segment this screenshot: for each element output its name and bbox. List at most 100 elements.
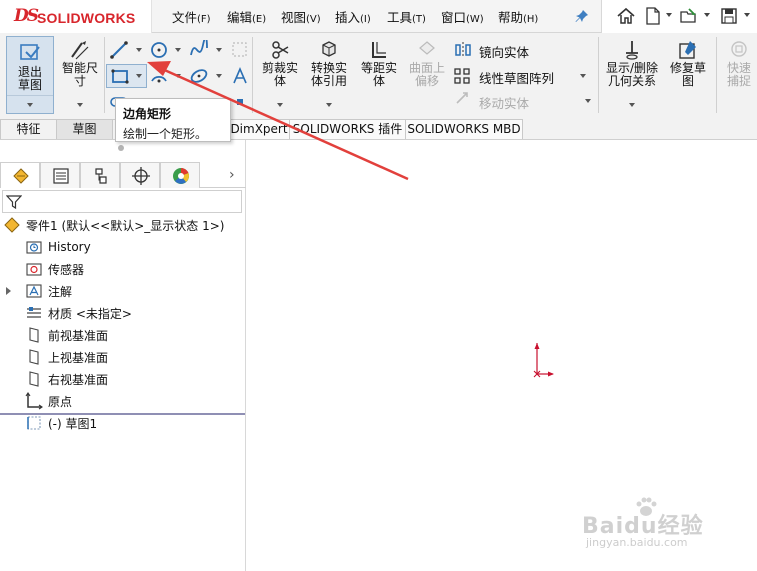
mirror-entities-label[interactable]: 镜向实体 [479,42,529,61]
spline-dropdown[interactable] [216,48,222,52]
tree-item-origin[interactable]: 原点 [25,391,72,411]
smart-dimension-dropdown[interactable] [77,103,83,107]
move-entities-label[interactable]: 移动实体 [479,93,529,112]
rectangle-dropdown[interactable] [136,74,142,78]
chevron-right-icon[interactable]: › [229,167,235,183]
open-icon[interactable] [679,6,699,26]
open-dropdown-caret[interactable] [704,13,710,17]
tree-item-label: 原点 [48,394,73,409]
save-icon[interactable] [719,6,739,26]
linear-pattern-icon[interactable] [453,66,473,86]
menu-edit[interactable]: 编辑(E) [227,7,281,26]
watermark-url: jingyan.baidu.com [586,536,688,549]
exit-sketch-dropdown[interactable] [7,95,53,113]
pin-icon[interactable] [575,9,589,23]
arc-icon[interactable] [149,66,169,86]
linear-pattern-label[interactable]: 线性草图阵列 [479,68,554,87]
menu-file[interactable]: 文件(F) [172,7,227,26]
tree-item-right-plane[interactable]: 右视基准面 [25,369,108,389]
corner-rectangle-tooltip: 边角矩形 绘制一个矩形。 [115,98,231,142]
tab-solidworks-addins[interactable]: SOLIDWORKS 插件 [289,119,406,139]
offset-on-surface-button[interactable]: 曲面上偏移 [405,39,449,88]
new-dropdown-caret[interactable] [666,13,672,17]
display-delete-relations-button[interactable]: 显示/删除几何关系 [602,39,662,107]
tab-sketch[interactable]: 草图 [56,119,113,139]
tab-display-manager[interactable] [160,162,200,188]
tree-item-material[interactable]: 材质 <未指定> [25,303,132,323]
separator [252,37,253,113]
exit-sketch-button[interactable]: 退出草图 [6,36,54,114]
tab-solidworks-mbd[interactable]: SOLIDWORKS MBD [405,119,523,139]
save-dropdown-caret[interactable] [744,13,750,17]
tree-item-front-plane[interactable]: 前视基准面 [25,325,108,345]
convert-label: 转换实体引用 [310,61,347,88]
line-icon[interactable] [109,40,129,60]
sketch-icon [27,416,41,430]
property-manager-icon [53,168,69,184]
corner-rectangle-icon [111,69,129,84]
menu-help[interactable]: 帮助(H) [498,7,548,26]
move-dropdown[interactable] [585,99,591,103]
home-icon[interactable] [616,6,636,26]
tab-feature-tree[interactable] [0,162,40,188]
panel-resize-handle[interactable] [118,145,124,151]
feature-tree-filter[interactable] [2,190,242,213]
tab-features[interactable]: 特征 [0,119,57,139]
spline-icon[interactable] [189,40,209,60]
pattern-dropdown[interactable] [580,74,586,78]
relations-label: 显示/删除几何关系 [605,61,659,88]
part-root-node[interactable]: 零件1 (默认<<默认>_显示状态 1>) [3,215,224,235]
plane-dashed-icon[interactable] [230,40,250,60]
tree-item-history[interactable]: History [25,237,91,257]
line-dropdown[interactable] [136,48,142,52]
command-manager: 退出草图 智能尺寸 剪裁实体 转换实体引用 等距实体 曲面上偏移 镜向实体 线性… [0,33,757,118]
part-name: 零件1 (默认<<默认>_显示状态 1>) [26,218,225,233]
tab-property-manager[interactable] [40,162,80,188]
repair-label: 修复草图 [669,61,706,88]
circle-dropdown[interactable] [175,48,181,52]
tree-item-top-plane[interactable]: 上视基准面 [25,347,108,367]
expand-arrow-icon[interactable] [6,287,11,295]
offset-entities-button[interactable]: 等距实体 [357,39,401,88]
relations-dropdown[interactable] [629,103,635,107]
tree-item-sensors[interactable]: 传感器 [25,259,84,279]
trim-label: 剪裁实体 [261,61,298,88]
ellipse-dropdown[interactable] [216,74,222,78]
menu-tools[interactable]: 工具(T) [387,7,441,26]
text-icon[interactable] [230,66,250,86]
menu-bar: 文件(F) 编辑(E) 视图(V) 插入(I) 工具(T) 窗口(W) 帮助(H… [172,0,548,33]
mirror-entities-icon[interactable] [453,40,473,60]
circle-icon[interactable] [149,40,169,60]
tab-configuration-manager[interactable] [80,162,120,188]
smart-dimension-icon [71,41,89,60]
tab-dimxpert-manager[interactable] [120,162,160,188]
offset-surface-label: 曲面上偏移 [408,61,445,88]
tree-item-label: 材质 <未指定> [48,306,132,321]
solidworks-logo[interactable]: DS SOLIDWORKS [0,0,152,33]
convert-entities-button[interactable]: 转换实体引用 [305,39,353,107]
trim-dropdown[interactable] [277,103,283,107]
convert-dropdown[interactable] [326,103,332,107]
ellipse-icon[interactable] [189,66,209,86]
menu-insert[interactable]: 插入(I) [335,7,387,26]
repair-sketch-button[interactable]: 修复草图 [666,39,710,88]
tree-item-label: (-) 草图1 [48,416,98,431]
move-entities-icon[interactable] [453,89,473,109]
new-document-icon[interactable] [643,6,663,26]
trim-entities-button[interactable]: 剪裁实体 [258,39,302,107]
tree-item-annotations[interactable]: 注解 [25,281,72,301]
tooltip-description: 绘制一个矩形。 [123,127,208,141]
tab-dimxpert[interactable]: DimXpert [228,119,290,139]
title-bar: DS SOLIDWORKS 文件(F) 编辑(E) 视图(V) 插入(I) 工具… [0,0,757,33]
exit-sketch-icon [20,44,40,60]
annotation-icon [26,284,42,298]
point-icon[interactable] [230,92,250,112]
menu-view[interactable]: 视图(V) [281,7,335,26]
sketch-origin-icon [533,343,554,378]
tree-item-sketch1[interactable]: (-) 草图1 [25,413,97,433]
arc-dropdown[interactable] [175,74,181,78]
dimxpert-icon [132,167,150,185]
smart-dimension-button[interactable]: 智能尺寸 [58,39,102,107]
quick-snaps-button[interactable]: 快速捕捉 [719,39,757,88]
menu-window[interactable]: 窗口(W) [441,7,498,26]
